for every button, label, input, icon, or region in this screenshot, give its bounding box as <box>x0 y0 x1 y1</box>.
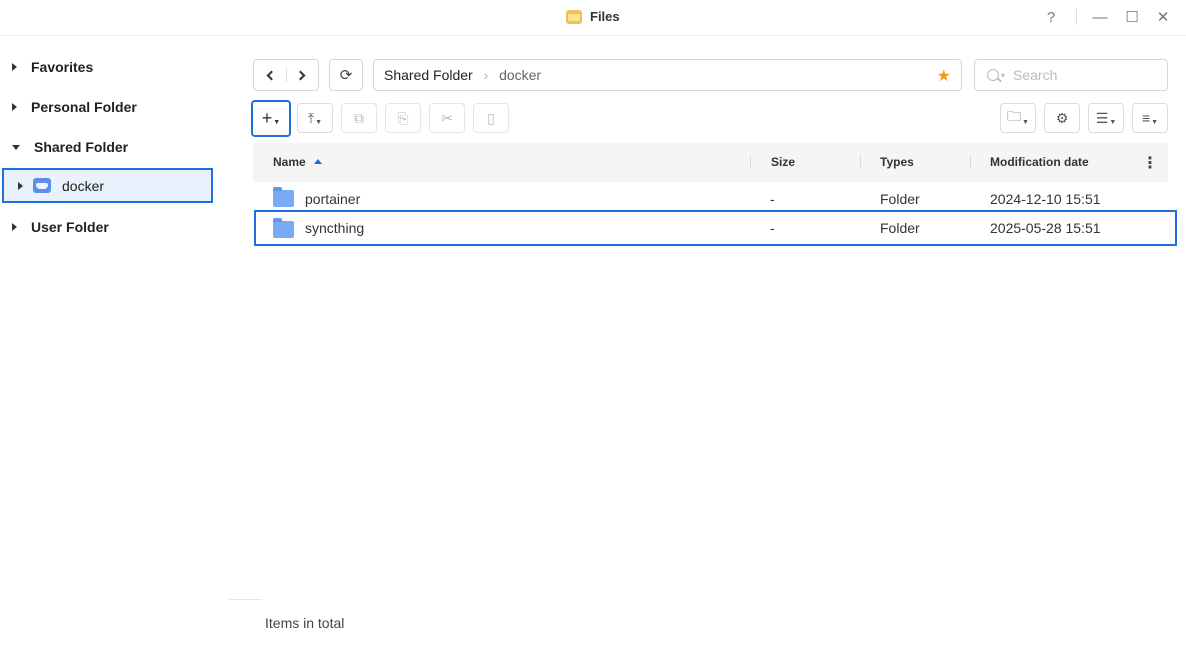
table-header: Name Size Types Modification date ⋮ <box>253 143 1168 182</box>
title-bar: Files ? — ☐ ✕ <box>0 0 1186 36</box>
sidebar-item-favorites[interactable]: Favorites <box>0 50 214 84</box>
file-size: - <box>770 191 775 207</box>
list-view-icon: ☰ <box>1095 109 1109 126</box>
column-header-types[interactable]: Types <box>880 155 914 169</box>
dropdown-caret-icon: ▼ <box>315 118 323 126</box>
refresh-button[interactable]: ⟳ <box>329 59 363 91</box>
file-size: - <box>770 220 775 236</box>
maximize-icon[interactable]: ☐ <box>1122 8 1142 28</box>
dropdown-caret-icon: ▼ <box>1151 118 1159 126</box>
sidebar-item-personal-folder[interactable]: Personal Folder <box>0 90 214 124</box>
status-text: Items in total <box>265 615 345 631</box>
chevron-left-icon <box>266 70 277 80</box>
search-input[interactable] <box>1013 67 1154 83</box>
close-icon[interactable]: ✕ <box>1153 8 1173 28</box>
file-type: Folder <box>880 191 920 207</box>
column-divider[interactable] <box>750 155 751 169</box>
column-header-name[interactable]: Name <box>273 155 322 169</box>
minimize-icon[interactable]: — <box>1090 8 1110 28</box>
sidebar-item-label: Shared Folder <box>34 139 129 155</box>
sidebar-item-shared-folder[interactable]: Shared Folder <box>0 130 214 164</box>
docker-folder-icon <box>33 178 51 193</box>
sidebar-item-label: Personal Folder <box>31 99 137 115</box>
window-title: Files <box>590 9 620 24</box>
gear-icon: ⚙ <box>1055 109 1069 126</box>
scissors-icon: ✂ <box>441 109 453 126</box>
refresh-icon: ⟳ <box>339 67 353 84</box>
rename-button[interactable]: ▯ <box>473 103 509 133</box>
footer-divider <box>229 599 262 600</box>
dropdown-caret-icon: ▼ <box>273 119 281 126</box>
dropdown-caret-icon: ▼ <box>1022 118 1029 126</box>
upload-button[interactable]: ⤒ ▼ <box>297 103 333 133</box>
copy-icon: ⧉ <box>354 109 364 126</box>
sidebar-item-label: User Folder <box>31 219 109 235</box>
rename-icon: ▯ <box>487 109 495 126</box>
history-nav <box>253 59 319 91</box>
sidebar-item-label: docker <box>62 177 105 194</box>
sort-button[interactable]: ≡ ▼ <box>1132 103 1168 133</box>
upload-icon: ⤒ <box>307 109 315 126</box>
search-icon[interactable] <box>987 69 999 81</box>
cut-button[interactable]: ✂ <box>429 103 465 133</box>
expand-caret-icon[interactable] <box>18 181 23 190</box>
paste-icon: ⎘ <box>397 109 409 126</box>
expand-caret-icon[interactable] <box>12 223 17 231</box>
files-app-icon <box>566 9 582 24</box>
sort-ascending-icon <box>313 159 322 164</box>
back-button[interactable] <box>254 60 286 90</box>
file-name: syncthing <box>305 220 365 236</box>
plus-icon: + <box>261 108 273 128</box>
file-type: Folder <box>880 220 920 236</box>
help-icon[interactable]: ? <box>1041 8 1061 28</box>
sidebar-item-user-folder[interactable]: User Folder <box>0 210 214 244</box>
column-divider[interactable] <box>970 155 971 169</box>
favorite-star-icon[interactable]: ★ <box>937 66 951 86</box>
column-options-icon[interactable]: ⋮ <box>1142 153 1158 173</box>
collapse-caret-icon[interactable] <box>12 144 20 150</box>
column-header-size[interactable]: Size <box>771 155 795 169</box>
expand-caret-icon[interactable] <box>12 63 17 71</box>
breadcrumb-docker[interactable]: docker <box>499 67 541 83</box>
folder-icon <box>273 187 294 207</box>
briefcase-icon: 🗀 <box>1007 108 1022 124</box>
expand-caret-icon[interactable] <box>12 103 17 111</box>
search-box[interactable]: ▾ <box>974 59 1168 91</box>
title-divider <box>1076 9 1077 25</box>
table-row[interactable]: portainer - Folder 2024-12-10 15:51 <box>253 183 1168 213</box>
column-label: Name <box>273 155 306 169</box>
view-mode-button[interactable]: ☰ ▼ <box>1088 103 1124 133</box>
file-modified: 2025-05-28 15:51 <box>990 220 1101 236</box>
sidebar-item-label: Favorites <box>31 59 94 75</box>
title-wrap: Files <box>566 9 620 24</box>
column-divider[interactable] <box>860 155 861 169</box>
sidebar-item-docker[interactable]: docker <box>2 168 213 203</box>
file-name: portainer <box>305 191 361 207</box>
sort-icon: ≡ <box>1141 110 1151 126</box>
folder-icon <box>273 218 294 238</box>
create-button[interactable]: + ▼ <box>251 100 291 137</box>
breadcrumb-separator-icon: › <box>483 67 489 83</box>
search-dropdown-icon[interactable]: ▾ <box>1001 71 1005 80</box>
sidebar: Favorites Personal Folder Shared Folder … <box>0 37 230 645</box>
paste-button[interactable]: ⎘ <box>385 103 421 133</box>
settings-button[interactable]: ⚙ <box>1044 103 1080 133</box>
dropdown-caret-icon: ▼ <box>1109 118 1117 126</box>
file-modified: 2024-12-10 15:51 <box>990 191 1101 207</box>
action-button[interactable]: 🗀 ▼ <box>1000 103 1036 133</box>
path-bar[interactable]: Shared Folder › docker ★ <box>373 59 962 91</box>
copy-button[interactable]: ⧉ <box>341 103 377 133</box>
column-header-modification-date[interactable]: Modification date <box>990 155 1089 169</box>
chevron-right-icon <box>295 70 306 80</box>
forward-button[interactable] <box>286 60 318 90</box>
breadcrumb-shared-folder[interactable]: Shared Folder <box>384 67 473 83</box>
table-row[interactable]: syncthing - Folder 2025-05-28 15:51 <box>254 210 1177 246</box>
